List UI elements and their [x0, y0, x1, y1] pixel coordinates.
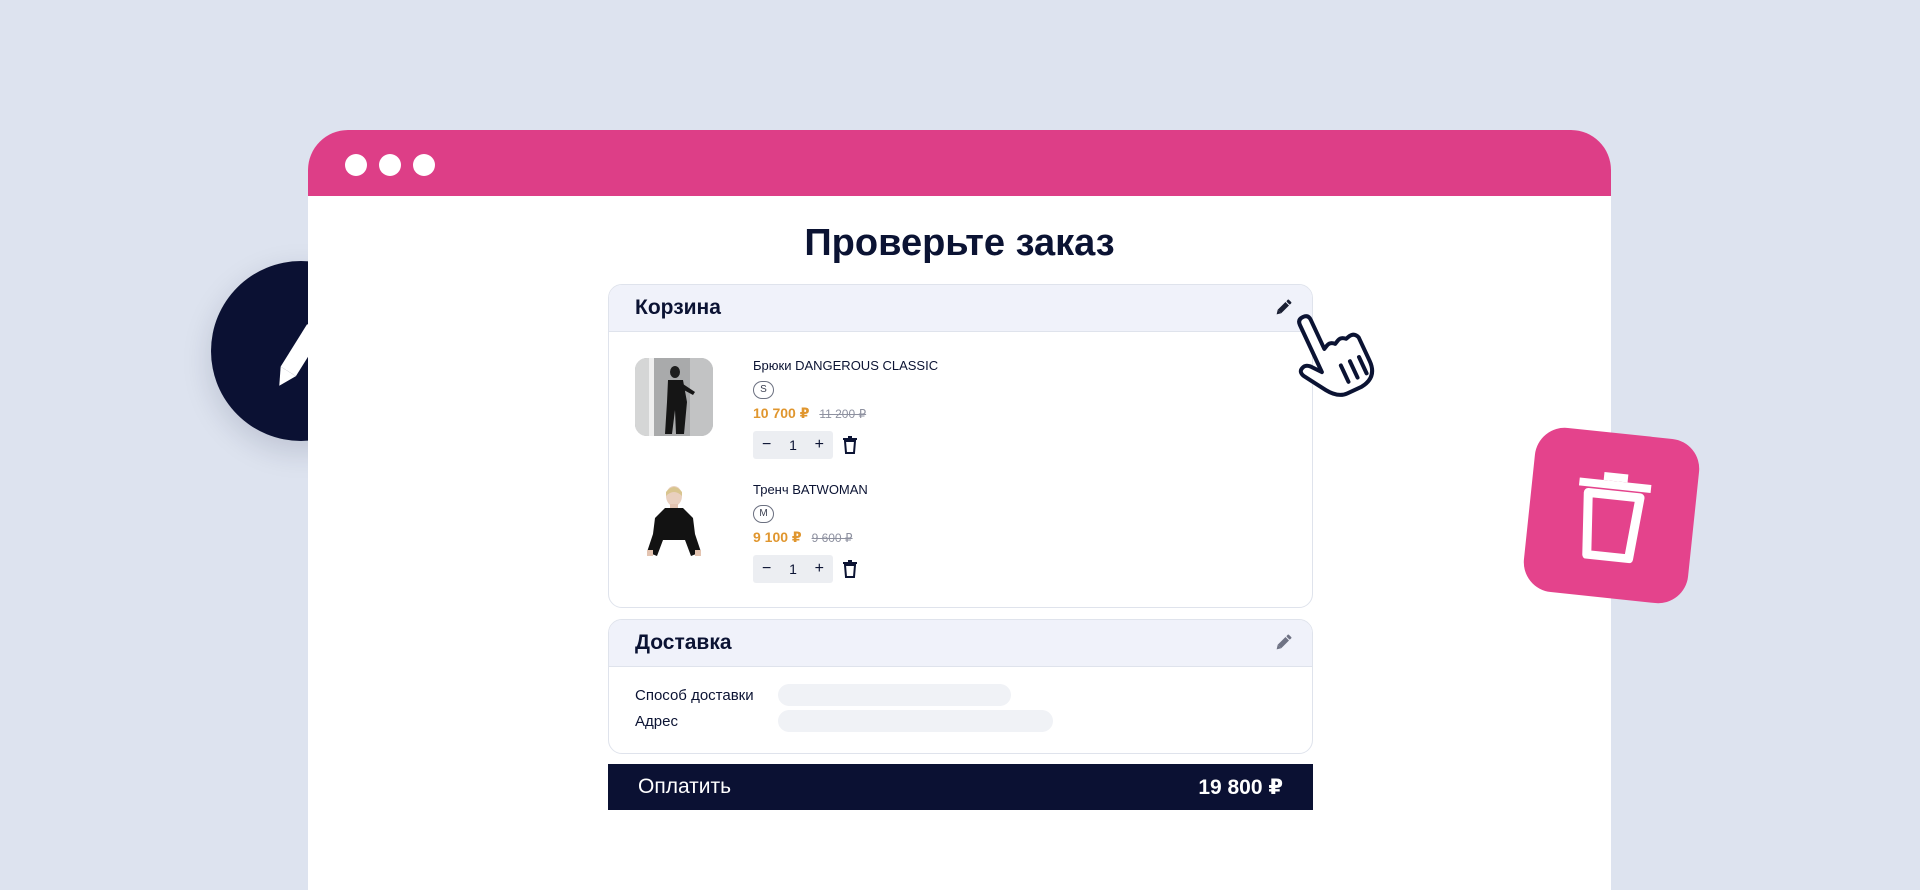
- product-name[interactable]: Брюки DANGEROUS CLASSIC: [753, 358, 1153, 373]
- size-badge: S: [753, 381, 774, 399]
- price-old: 9 600 ₽: [811, 531, 853, 545]
- trash-icon[interactable]: [842, 436, 858, 454]
- increment-button[interactable]: +: [815, 436, 824, 454]
- pay-button[interactable]: Оплатить 19 800 ₽: [608, 764, 1313, 810]
- price-current: 9 100 ₽: [753, 529, 802, 545]
- window-control-dot[interactable]: [345, 154, 367, 176]
- window-titlebar: [308, 130, 1611, 196]
- price-row: 10 700 ₽ 11 200 ₽: [753, 405, 1153, 422]
- increment-button[interactable]: +: [815, 560, 824, 578]
- quantity-value: 1: [789, 561, 797, 577]
- product-image[interactable]: [635, 358, 713, 436]
- delivery-method-row: Способ доставки: [635, 684, 1011, 706]
- delivery-card: Доставка Способ доставки Адрес: [608, 619, 1313, 754]
- product-info: Брюки DANGEROUS CLASSIC S 10 700 ₽ 11 20…: [753, 358, 1153, 459]
- window-control-dot[interactable]: [413, 154, 435, 176]
- quantity-value: 1: [789, 437, 797, 453]
- trash-icon[interactable]: [842, 560, 858, 578]
- pay-label: Оплатить: [638, 775, 732, 798]
- pencil-icon: [1276, 634, 1292, 650]
- quantity-row: − 1 +: [753, 431, 1153, 459]
- decrement-button[interactable]: −: [762, 560, 771, 578]
- product-info: Тренч BATWOMAN M 9 100 ₽ 9 600 ₽ − 1 +: [753, 482, 1153, 583]
- delivery-edit-button[interactable]: [1272, 632, 1294, 654]
- quantity-row: − 1 +: [753, 555, 1153, 583]
- price-old: 11 200 ₽: [819, 407, 867, 421]
- address-field[interactable]: [778, 710, 1053, 732]
- cart-card: Корзина Брюки DANGEROUS CLASSIC S 10 700…: [608, 284, 1313, 608]
- window-control-dot[interactable]: [379, 154, 401, 176]
- cart-header: Корзина: [609, 285, 1312, 332]
- trash-badge: [1520, 424, 1703, 607]
- address-label: Адрес: [635, 712, 678, 730]
- hand-pointer-icon: [1297, 314, 1375, 397]
- product-name[interactable]: Тренч BATWOMAN: [753, 482, 1153, 497]
- quantity-stepper: − 1 +: [753, 431, 833, 459]
- address-row: Адрес: [635, 710, 1053, 732]
- delivery-method-field[interactable]: [778, 684, 1011, 706]
- delivery-method-label: Способ доставки: [635, 686, 754, 704]
- delivery-header: Доставка: [609, 620, 1312, 667]
- browser-window: Проверьте заказ Корзина Брюки DANGEROUS …: [308, 130, 1611, 890]
- price-row: 9 100 ₽ 9 600 ₽: [753, 529, 1153, 546]
- trash-icon: [1578, 471, 1651, 563]
- product-image[interactable]: [635, 482, 713, 560]
- delivery-title: Доставка: [635, 631, 732, 654]
- quantity-stepper: − 1 +: [753, 555, 833, 583]
- price-current: 10 700 ₽: [753, 405, 810, 421]
- page-title: Проверьте заказ: [804, 222, 1115, 264]
- decrement-button[interactable]: −: [762, 436, 771, 454]
- cart-title: Корзина: [635, 296, 721, 319]
- pay-total: 19 800 ₽: [1198, 775, 1283, 799]
- size-badge: M: [753, 505, 774, 523]
